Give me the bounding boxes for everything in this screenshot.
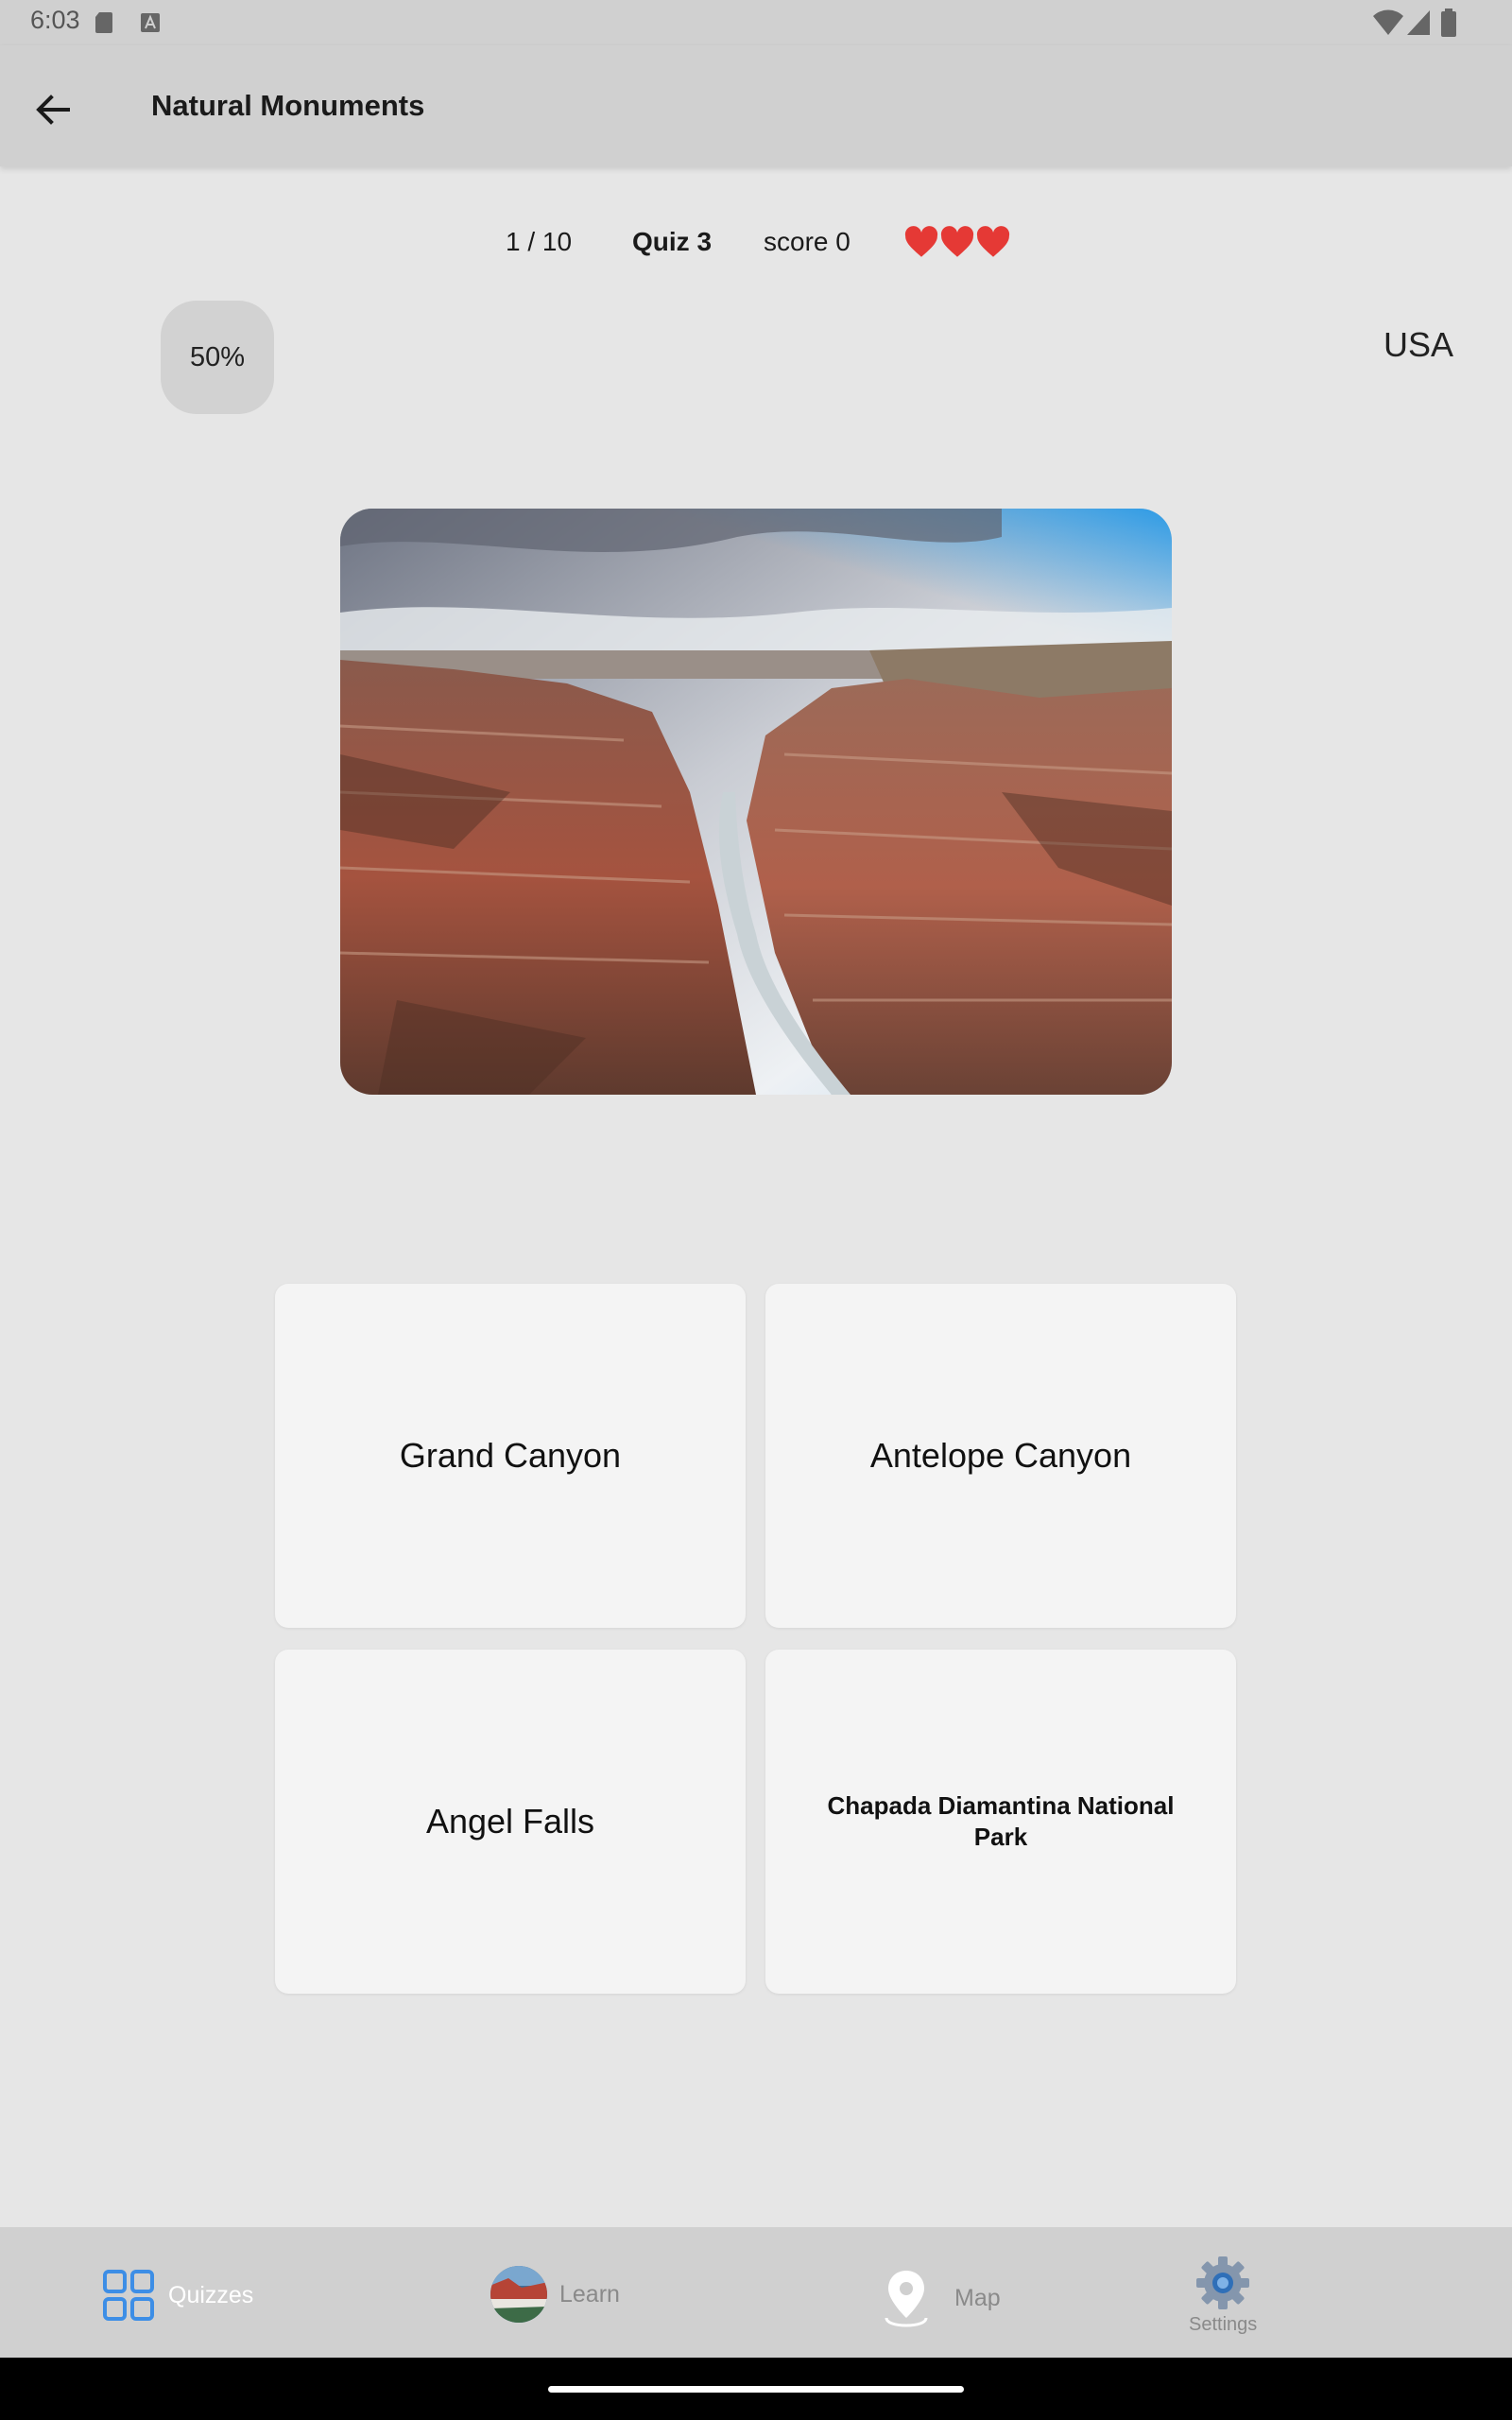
quiz-name: Quiz 3 (632, 227, 713, 256)
answer-label: Chapada Diamantina National Park (827, 1790, 1175, 1851)
nav-item-settings[interactable]: Settings (1189, 2254, 1257, 2336)
gear-icon (1196, 2256, 1250, 2309)
nav-label: Quizzes (168, 2281, 254, 2308)
status-bar: 6:03 (0, 0, 1512, 45)
answer-option-2[interactable]: Antelope Canyon (765, 1284, 1236, 1628)
question-progress: 1 / 10 (506, 227, 573, 256)
nav-label: Learn (559, 2280, 620, 2308)
system-navigation-bar (0, 2358, 1512, 2420)
arrow-left-icon (36, 95, 70, 125)
home-gesture-handle[interactable] (548, 2386, 964, 2393)
learn-thumbnail-icon (490, 2266, 547, 2323)
text-a-icon (141, 13, 160, 32)
battery-icon (1441, 9, 1456, 37)
nav-label: Map (954, 2284, 1001, 2311)
sd-card-icon (95, 12, 112, 33)
status-time: 6:03 (30, 6, 80, 34)
wifi-icon (1373, 9, 1403, 35)
answer-option-1[interactable]: Grand Canyon (275, 1284, 746, 1628)
country-label: USA (1383, 325, 1453, 364)
nav-item-quizzes[interactable]: Quizzes (102, 2269, 253, 2322)
score-label: score 0 (764, 227, 850, 256)
bottom-navigation: Quizzes Learn Map Settings (0, 2227, 1512, 2358)
signal-icon (1407, 10, 1430, 35)
answer-option-4[interactable]: Chapada Diamantina National Park (765, 1650, 1236, 1994)
nav-item-learn[interactable]: Learn (490, 2265, 620, 2324)
back-button[interactable] (26, 83, 79, 136)
grid-icon (103, 2270, 154, 2321)
answer-label: Antelope Canyon (869, 1436, 1132, 1475)
page-title: Natural Monuments (151, 89, 425, 122)
heart-icon (976, 226, 1010, 257)
answer-label: Grand Canyon (399, 1436, 622, 1475)
lives-indicator (904, 225, 1010, 263)
answer-option-3[interactable]: Angel Falls (275, 1650, 746, 1994)
map-pin-icon (885, 2271, 928, 2327)
question-image (340, 509, 1172, 1095)
app-bar: Natural Monuments (0, 45, 1512, 166)
answer-label: Angel Falls (425, 1802, 595, 1841)
nav-item-map[interactable]: Map (883, 2269, 1001, 2327)
heart-icon (904, 226, 938, 257)
fifty-fifty-hint-button[interactable]: 50% (161, 301, 274, 414)
nav-label: Settings (1189, 2314, 1258, 2335)
heart-icon (940, 226, 974, 257)
